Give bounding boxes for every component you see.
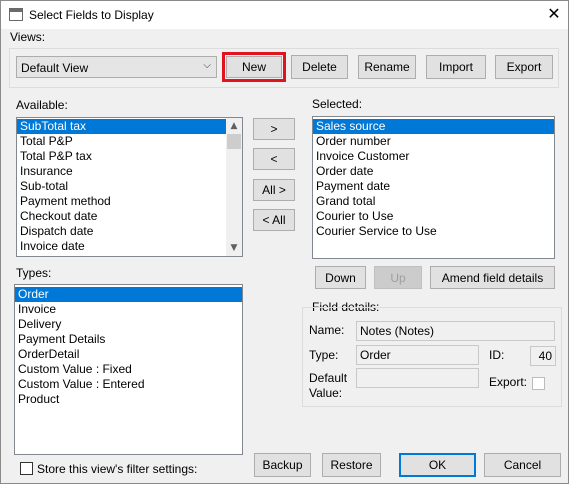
available-label: Available:	[16, 98, 68, 112]
selected-list-item[interactable]: Courier to Use	[313, 209, 554, 224]
chevron-down-icon: ⌵	[203, 60, 211, 71]
rename-view-button[interactable]: Rename	[358, 55, 416, 79]
export-checkbox[interactable]	[532, 377, 545, 390]
backup-button[interactable]: Backup	[254, 453, 311, 477]
available-scrollbar[interactable]: ▲ ▼	[226, 118, 242, 256]
selected-list-item[interactable]: Grand total	[313, 194, 554, 209]
amend-field-details-button[interactable]: Amend field details	[430, 266, 555, 289]
types-list-item[interactable]: Payment Details	[15, 332, 242, 347]
move-down-button[interactable]: Down	[315, 266, 366, 289]
selected-list-item[interactable]: Order number	[313, 134, 554, 149]
types-list-item[interactable]: Product	[15, 392, 242, 407]
available-list-item[interactable]: Dispatch date	[17, 224, 242, 239]
types-list-item[interactable]: Custom Value : Fixed	[15, 362, 242, 377]
types-list[interactable]: Order Invoice Delivery Payment Details Order…	[14, 284, 243, 455]
store-filter-checkbox[interactable]	[20, 462, 33, 475]
select-fields-dialog: Select Fields to Display ✕ Views: Defaul…	[0, 0, 569, 484]
default-value-label: Default Value:	[309, 371, 348, 400]
type-field: Order	[356, 345, 479, 365]
types-label: Types:	[16, 266, 52, 280]
title-bar: Select Fields to Display ✕	[1, 1, 568, 29]
available-list-item[interactable]: Invoice date	[17, 239, 242, 254]
ok-button[interactable]: OK	[399, 453, 476, 477]
types-list-item[interactable]: Order	[15, 287, 242, 302]
scroll-up-icon[interactable]: ▲	[226, 118, 242, 134]
available-list-item[interactable]: Insurance	[17, 164, 242, 179]
scroll-down-icon[interactable]: ▼	[226, 240, 242, 256]
remove-all-button[interactable]: < All	[253, 209, 295, 231]
types-list-item[interactable]: Delivery	[15, 317, 242, 332]
selected-list-item[interactable]: Order date	[313, 164, 554, 179]
available-list[interactable]: SubTotal tax Total P&P Total P&P tax Insura…	[16, 117, 243, 257]
name-label: Name:	[309, 323, 345, 337]
move-up-button[interactable]: Up	[374, 266, 422, 289]
window-icon	[9, 8, 23, 21]
export-label: Export:	[489, 375, 528, 389]
types-list-item[interactable]: Custom Value : Entered	[15, 377, 242, 392]
selected-list[interactable]: Sales source Order number Invoice Customer…	[312, 116, 555, 259]
selected-list-item[interactable]: Invoice Customer	[313, 149, 554, 164]
view-select[interactable]: Default View ⌵	[16, 56, 217, 78]
available-list-item[interactable]: Sub-total	[17, 179, 242, 194]
available-list-item[interactable]: Total P&P	[17, 134, 242, 149]
import-view-button[interactable]: Import	[426, 55, 486, 79]
types-list-item[interactable]: Invoice	[15, 302, 242, 317]
new-view-button[interactable]: New	[226, 56, 282, 78]
export-view-button[interactable]: Export	[495, 55, 553, 79]
views-label: Views:	[10, 30, 46, 44]
selected-list-item[interactable]: Sales source	[313, 119, 554, 134]
selected-label: Selected:	[312, 97, 363, 111]
types-list-item[interactable]: OrderDetail	[15, 347, 242, 362]
selected-list-item[interactable]: Payment date	[313, 179, 554, 194]
available-list-item[interactable]: SubTotal tax	[17, 119, 242, 134]
id-label: ID:	[489, 348, 505, 362]
add-all-button[interactable]: All >	[253, 179, 295, 201]
available-list-item[interactable]: Checkout date	[17, 209, 242, 224]
add-field-button[interactable]: >	[253, 118, 295, 140]
store-filter-label: Store this view's filter settings:	[37, 462, 198, 476]
scroll-thumb[interactable]	[227, 134, 241, 149]
name-field: Notes (Notes)	[356, 321, 555, 341]
remove-field-button[interactable]: <	[253, 148, 295, 170]
close-icon[interactable]: ✕	[543, 4, 565, 24]
selected-list-item[interactable]: Courier Service to Use	[313, 224, 554, 239]
window-title: Select Fields to Display	[29, 8, 154, 22]
cancel-button[interactable]: Cancel	[484, 453, 561, 477]
available-list-item[interactable]: Payment method	[17, 194, 242, 209]
type-label: Type:	[309, 348, 339, 362]
id-field: 40	[530, 346, 556, 366]
delete-view-button[interactable]: Delete	[291, 55, 348, 79]
view-select-value: Default View	[21, 61, 89, 75]
default-value-field	[356, 368, 479, 388]
restore-button[interactable]: Restore	[322, 453, 381, 477]
available-list-item[interactable]: Total P&P tax	[17, 149, 242, 164]
